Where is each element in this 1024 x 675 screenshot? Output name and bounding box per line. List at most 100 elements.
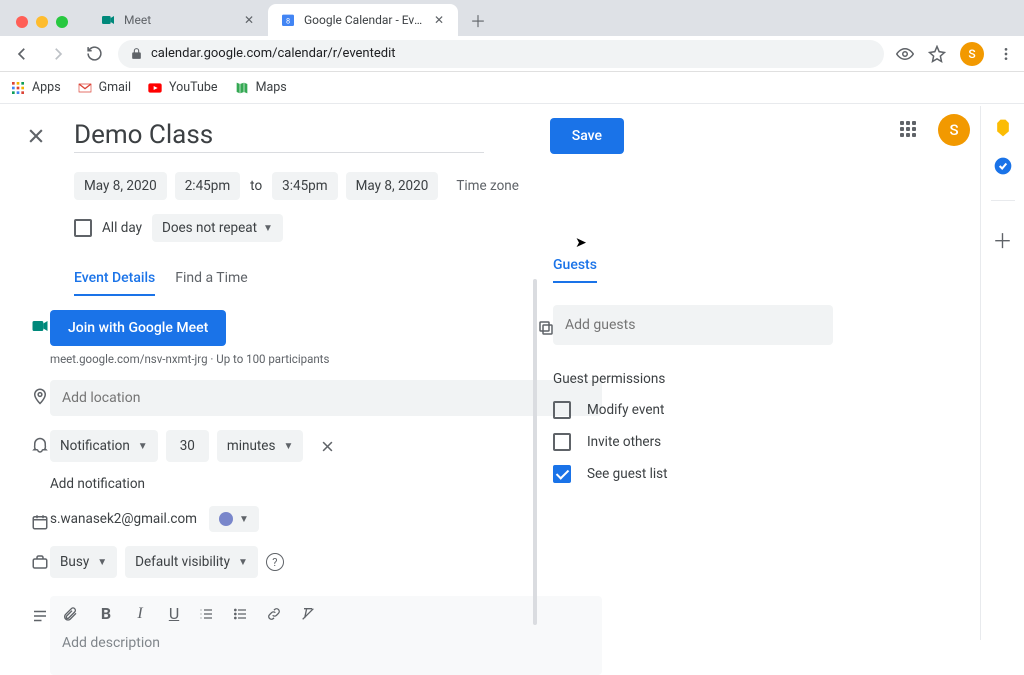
chevron-down-icon: ▼ xyxy=(283,441,293,452)
calendar-email: s.wanasek2@gmail.com xyxy=(50,511,197,527)
notification-type-select[interactable]: Notification ▼ xyxy=(50,430,158,462)
close-event-button[interactable] xyxy=(24,124,48,148)
meet-icon xyxy=(30,316,50,336)
tab-title: Meet xyxy=(124,13,234,27)
tab-title: Google Calendar - Event detail xyxy=(304,13,424,27)
description-toolbar: B I U xyxy=(50,596,602,631)
notification-value-input[interactable]: 30 xyxy=(166,430,209,462)
tab-close-icon[interactable]: ✕ xyxy=(242,13,256,27)
italic-icon[interactable]: I xyxy=(130,605,150,623)
link-icon[interactable] xyxy=(266,606,286,622)
reload-button[interactable] xyxy=(82,42,106,66)
description-icon xyxy=(30,606,50,626)
attach-icon[interactable] xyxy=(62,606,82,622)
url-bar: calendar.google.com/calendar/r/eventedit… xyxy=(0,36,1024,72)
window-max-dot[interactable] xyxy=(56,16,68,28)
browser-tab-strip: Meet ✕ 8 Google Calendar - Event detail … xyxy=(0,0,1024,36)
bookmark-label: Apps xyxy=(32,80,61,95)
maps-icon xyxy=(234,80,250,96)
bold-icon[interactable]: B xyxy=(96,604,116,623)
bookmark-youtube[interactable]: YouTube xyxy=(147,80,218,96)
calendar-icon xyxy=(30,512,50,532)
color-dot-icon xyxy=(219,512,233,526)
location-input[interactable] xyxy=(50,380,602,416)
tab-guests[interactable]: Guests xyxy=(553,257,597,283)
bookmark-label: YouTube xyxy=(169,80,218,95)
bookmarks-bar: Apps Gmail YouTube Maps xyxy=(0,72,1024,104)
browser-tab-meet[interactable]: Meet ✕ xyxy=(88,4,268,36)
visibility-select[interactable]: Default visibility ▼ xyxy=(125,546,258,578)
add-notification-link[interactable]: Add notification xyxy=(50,476,602,492)
google-apps-button[interactable] xyxy=(900,121,918,139)
menu-icon[interactable] xyxy=(998,46,1014,62)
new-tab-button[interactable]: ＋ xyxy=(464,6,492,34)
recurrence-select[interactable]: Does not repeat ▼ xyxy=(152,214,283,242)
back-button[interactable] xyxy=(10,42,34,66)
underline-icon[interactable]: U xyxy=(164,604,184,623)
youtube-icon xyxy=(147,80,163,96)
chevron-down-icon: ▼ xyxy=(238,557,248,568)
perm-modify-label: Modify event xyxy=(587,402,664,418)
bell-icon xyxy=(30,436,50,456)
notif-unit-label: minutes xyxy=(227,438,276,454)
meet-favicon-icon xyxy=(100,12,116,28)
keep-icon[interactable] xyxy=(993,118,1013,138)
chevron-down-icon: ▼ xyxy=(138,441,148,452)
event-title-input[interactable]: Demo Class xyxy=(74,120,484,153)
perm-seelist-checkbox[interactable] xyxy=(553,465,571,483)
add-guests-input[interactable] xyxy=(553,305,833,345)
availability-select[interactable]: Busy ▼ xyxy=(50,546,117,578)
forward-button[interactable] xyxy=(46,42,70,66)
add-addon-button[interactable]: ＋ xyxy=(993,225,1013,254)
perm-modify-checkbox[interactable] xyxy=(553,401,571,419)
tasks-icon[interactable] xyxy=(993,156,1013,176)
perm-invite-checkbox[interactable] xyxy=(553,433,571,451)
end-date-chip[interactable]: May 8, 2020 xyxy=(346,172,439,200)
account-avatar[interactable]: S xyxy=(938,114,970,146)
help-icon[interactable]: ? xyxy=(266,553,284,571)
calendar-favicon-icon: 8 xyxy=(280,12,296,28)
bullet-list-icon[interactable] xyxy=(232,606,252,622)
description-input[interactable]: Add description xyxy=(50,631,602,675)
star-icon[interactable] xyxy=(928,45,946,63)
bookmark-gmail[interactable]: Gmail xyxy=(77,80,131,96)
bookmark-label: Gmail xyxy=(99,80,131,95)
calendar-color-select[interactable]: ▼ xyxy=(209,506,259,532)
url-input[interactable]: calendar.google.com/calendar/r/eventedit xyxy=(118,40,884,68)
window-min-dot[interactable] xyxy=(36,16,48,28)
browser-tab-calendar[interactable]: 8 Google Calendar - Event detail ✕ xyxy=(268,4,458,36)
notification-unit-select[interactable]: minutes ▼ xyxy=(217,430,303,462)
join-meet-button[interactable]: Join with Google Meet xyxy=(50,310,226,346)
start-date-chip[interactable]: May 8, 2020 xyxy=(74,172,167,200)
busy-label: Busy xyxy=(60,554,89,570)
location-icon xyxy=(30,386,50,406)
all-day-checkbox[interactable] xyxy=(74,219,92,237)
save-button[interactable]: Save xyxy=(550,118,624,154)
tab-close-icon[interactable]: ✕ xyxy=(432,13,446,27)
remove-notification-button[interactable] xyxy=(311,430,343,462)
tab-event-details[interactable]: Event Details xyxy=(74,270,155,296)
notif-type-label: Notification xyxy=(60,438,130,454)
url-text: calendar.google.com/calendar/r/eventedit xyxy=(151,46,396,61)
guest-permissions-title: Guest permissions xyxy=(553,371,833,387)
profile-avatar[interactable]: S xyxy=(960,42,984,66)
start-time-chip[interactable]: 2:45pm xyxy=(175,172,240,200)
bookmark-apps[interactable]: Apps xyxy=(10,80,61,96)
perm-invite-label: Invite others xyxy=(587,434,661,450)
end-time-chip[interactable]: 3:45pm xyxy=(272,172,337,200)
clear-format-icon[interactable] xyxy=(300,606,320,622)
timezone-link[interactable]: Time zone xyxy=(456,178,519,194)
numbered-list-icon[interactable] xyxy=(198,606,218,622)
lock-icon xyxy=(130,47,143,60)
to-label: to xyxy=(248,178,264,194)
chevron-down-icon: ▼ xyxy=(239,514,249,525)
perm-seelist-label: See guest list xyxy=(587,466,668,482)
briefcase-icon xyxy=(30,552,50,572)
window-close-dot[interactable] xyxy=(16,16,28,28)
side-panel: ＋ xyxy=(980,106,1024,640)
recurrence-label: Does not repeat xyxy=(162,220,257,236)
tab-find-a-time[interactable]: Find a Time xyxy=(175,270,248,296)
eye-icon[interactable] xyxy=(896,45,914,63)
all-day-label: All day xyxy=(102,220,142,236)
bookmark-maps[interactable]: Maps xyxy=(234,80,287,96)
